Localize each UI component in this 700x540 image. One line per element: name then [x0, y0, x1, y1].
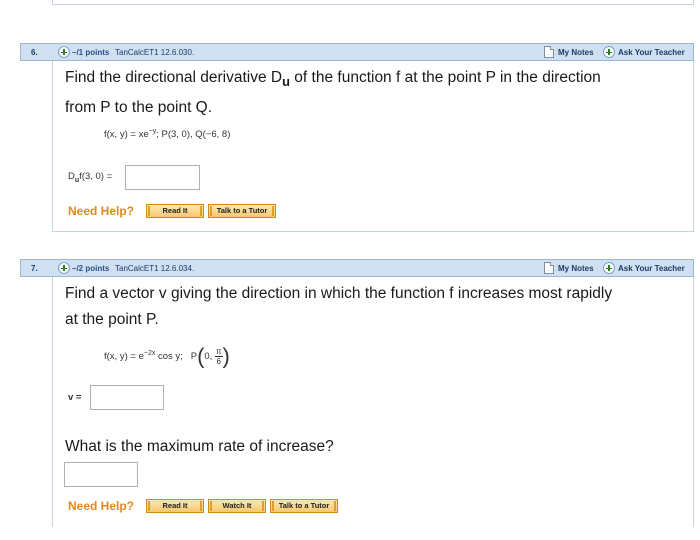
answer-label: Duf(3, 0) =: [68, 171, 112, 184]
points-label: –/1 points: [72, 48, 110, 57]
source-label: TanCalcET1 12.6.034.: [115, 264, 195, 273]
expand-plus-icon[interactable]: [58, 46, 70, 58]
previous-question-border: [52, 0, 694, 5]
talk-to-tutor-button[interactable]: Talk to a Tutor: [270, 499, 338, 513]
need-help-label: Need Help?: [68, 204, 135, 218]
question-6-body: Find the directional derivative Du of th…: [52, 61, 694, 232]
fraction-numerator: π: [214, 347, 223, 357]
formula-exponent: −2x: [143, 349, 156, 357]
source-label: TanCalcET1 12.6.030.: [115, 48, 195, 57]
question-prompt: Find the directional derivative Du of th…: [65, 65, 700, 121]
question-6-header: 6. –/1 points TanCalcET1 12.6.030. My No…: [20, 43, 694, 61]
right-paren: ): [222, 343, 230, 369]
answer-label-rest: f(3, 0) =: [79, 171, 113, 182]
prompt-subscript: u: [282, 74, 290, 90]
ask-teacher-link[interactable]: Ask Your Teacher: [618, 264, 685, 273]
formula-rest: ; P(3, 0), Q(−6, 8): [156, 129, 231, 141]
formula-rest: cos y;: [155, 351, 183, 363]
rate-answer-input[interactable]: [64, 462, 138, 487]
question-6: 6. –/1 points TanCalcET1 12.6.030. My No…: [20, 43, 694, 232]
prompt-text-line2: from P to the point Q.: [65, 99, 213, 117]
ask-teacher-plus-icon[interactable]: [603, 46, 615, 58]
question-7-header: 7. –/2 points TanCalcET1 12.6.034. My No…: [20, 259, 694, 277]
answer-label-text: D: [68, 171, 75, 182]
read-it-button[interactable]: Read It: [146, 499, 204, 513]
notes-icon[interactable]: [544, 46, 554, 58]
vector-answer-input[interactable]: [90, 385, 164, 410]
formula-text: f(x, y) = e: [104, 351, 144, 363]
function-formula: f(x, y) = e−2x cos y; P(0, π 6): [104, 343, 230, 369]
watch-it-button[interactable]: Watch It: [208, 499, 266, 513]
vector-answer-label: v =: [68, 392, 82, 403]
answer-input[interactable]: [125, 165, 200, 190]
notes-icon[interactable]: [544, 262, 554, 274]
my-notes-link[interactable]: My Notes: [558, 264, 594, 273]
expand-plus-icon[interactable]: [58, 262, 70, 274]
pi-over-six-fraction: π6: [214, 347, 223, 366]
my-notes-link[interactable]: My Notes: [558, 48, 594, 57]
point-first-coordinate: 0,: [204, 351, 213, 363]
question-prompt: Find a vector v giving the direction in …: [65, 281, 700, 333]
question-number: 7.: [31, 264, 38, 273]
prompt-text: Find a vector v giving the direction in …: [65, 285, 613, 302]
read-it-button[interactable]: Read It: [146, 204, 204, 218]
function-formula: f(x, y) = xe−y; P(3, 0), Q(−6, 8): [104, 128, 230, 140]
question-7-body: Find a vector v giving the direction in …: [52, 277, 694, 527]
prompt-text-rest: of the function f at the point P in the …: [290, 69, 601, 86]
ask-teacher-plus-icon[interactable]: [603, 262, 615, 274]
second-prompt: What is the maximum rate of increase?: [65, 438, 334, 455]
question-number: 6.: [31, 48, 38, 57]
fraction-denominator: 6: [216, 357, 221, 366]
prompt-text-line2: at the point P.: [65, 311, 159, 328]
ask-teacher-link[interactable]: Ask Your Teacher: [618, 48, 685, 57]
prompt-text: Find the directional derivative D: [65, 69, 283, 86]
points-label: –/2 points: [72, 264, 110, 273]
need-help-label: Need Help?: [68, 499, 135, 513]
talk-to-tutor-button[interactable]: Talk to a Tutor: [208, 204, 276, 218]
formula-text: f(x, y) = xe: [104, 129, 149, 141]
question-7: 7. –/2 points TanCalcET1 12.6.034. My No…: [20, 259, 694, 527]
